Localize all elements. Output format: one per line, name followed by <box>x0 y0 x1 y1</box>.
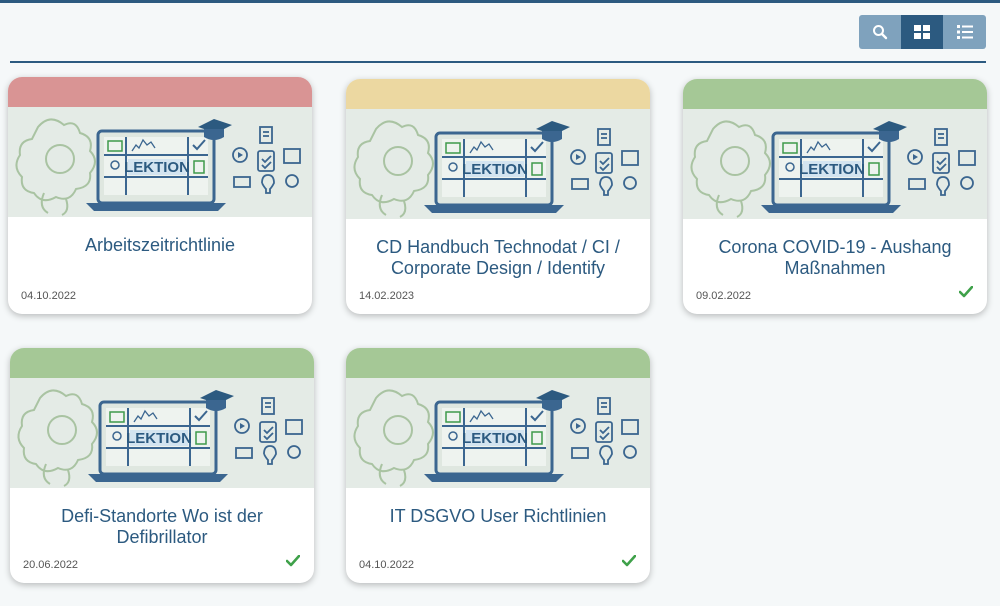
course-title: Arbeitszeitrichtlinie <box>84 235 236 255</box>
grid-view-button[interactable] <box>901 15 943 49</box>
completed-check <box>621 554 637 572</box>
list-view-icon <box>956 25 973 39</box>
lesson-illustration: LEKTION <box>346 109 650 219</box>
view-toolbar <box>859 15 986 49</box>
grid-view-icon <box>914 25 930 39</box>
lesson-thumbnail: LEKTION <box>683 109 987 219</box>
course-title: Corona COVID-19 - Aushang Maßnahmen <box>718 237 952 278</box>
header-divider <box>10 61 986 63</box>
course-card[interactable]: LEKTION CD Handbuch Technodat / CI / Cor… <box>346 79 650 314</box>
course-date: 14.02.2023 <box>359 290 415 302</box>
status-band <box>346 348 650 378</box>
lesson-thumbnail: LEKTION <box>346 109 650 219</box>
status-band <box>8 77 312 107</box>
course-title: IT DSGVO User Richtlinien <box>389 506 607 526</box>
completed-check-icon <box>621 554 637 567</box>
status-band <box>346 79 650 109</box>
lesson-illustration: LEKTION <box>8 107 312 217</box>
svg-text:LEKTION: LEKTION <box>799 161 865 178</box>
status-band <box>683 79 987 109</box>
course-title: Defi-Standorte Wo ist der Defibrillator <box>61 506 263 547</box>
lesson-illustration: LEKTION <box>346 378 650 488</box>
course-date: 09.02.2022 <box>696 290 752 302</box>
lesson-illustration: LEKTION <box>10 378 314 488</box>
course-card[interactable]: LEKTION IT DSGVO User Richtlinien 04.10.… <box>346 348 650 583</box>
lesson-thumbnail: LEKTION <box>10 378 314 488</box>
lesson-thumbnail: LEKTION <box>8 107 312 217</box>
course-card[interactable]: LEKTION Corona COVID-19 - Aushang Maßnah… <box>683 79 987 314</box>
completed-check <box>958 285 974 303</box>
course-title: CD Handbuch Technodat / CI / Corporate D… <box>376 237 620 278</box>
course-date: 04.10.2022 <box>21 290 77 302</box>
completed-check-icon <box>285 554 301 567</box>
status-band <box>10 348 314 378</box>
completed-check <box>285 554 301 572</box>
search-button[interactable] <box>859 15 901 49</box>
course-card[interactable]: LEKTION Defi-Standorte Wo ist der Defibr… <box>10 348 314 583</box>
list-view-button[interactable] <box>943 15 986 49</box>
svg-text:LEKTION: LEKTION <box>124 159 190 176</box>
lesson-illustration: LEKTION <box>683 109 987 219</box>
lesson-thumbnail: LEKTION <box>346 378 650 488</box>
search-icon <box>873 25 888 40</box>
top-accent-line <box>0 0 1000 3</box>
course-date: 20.06.2022 <box>23 559 79 571</box>
completed-check-icon <box>958 285 974 298</box>
course-date: 04.10.2022 <box>359 559 415 571</box>
svg-text:LEKTION: LEKTION <box>462 430 528 447</box>
svg-text:LEKTION: LEKTION <box>462 161 528 178</box>
course-card[interactable]: LEKTION Arbeitszeitrichtlinie 04.10.2022 <box>8 77 312 314</box>
svg-text:LEKTION: LEKTION <box>126 430 192 447</box>
